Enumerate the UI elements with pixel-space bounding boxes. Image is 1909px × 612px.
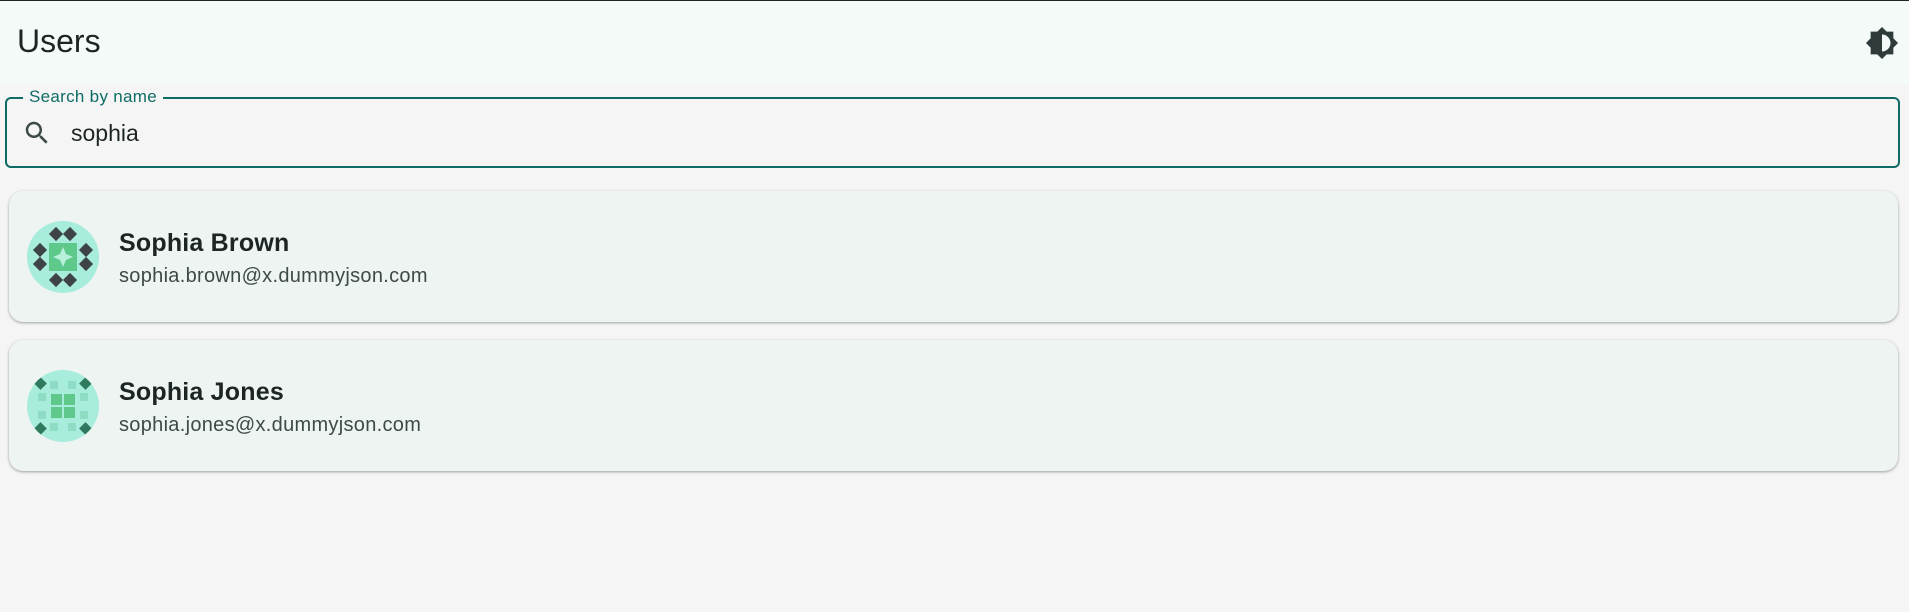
page-title: Users	[17, 23, 101, 59]
user-name: Sophia Brown	[119, 229, 290, 257]
identicon-avatar	[27, 370, 99, 442]
search-field[interactable]: Search by name	[5, 87, 1900, 168]
theme-toggle-button[interactable]	[1864, 25, 1900, 61]
user-card[interactable]: Sophia Jones sophia.jones@x.dummyjson.co…	[9, 340, 1898, 471]
user-card[interactable]: Sophia Brown sophia.brown@x.dummyjson.co…	[9, 191, 1898, 322]
app-bar: Users	[0, 1, 1909, 85]
search-field-label: Search by name	[23, 87, 163, 107]
search-input[interactable]	[71, 113, 1871, 153]
search-icon	[25, 121, 48, 144]
user-email: sophia.brown@x.dummyjson.com	[119, 265, 428, 287]
identicon-avatar	[27, 221, 99, 293]
user-email: sophia.jones@x.dummyjson.com	[119, 414, 422, 436]
user-name: Sophia Jones	[119, 378, 284, 406]
brightness-contrast-icon	[1865, 26, 1899, 60]
